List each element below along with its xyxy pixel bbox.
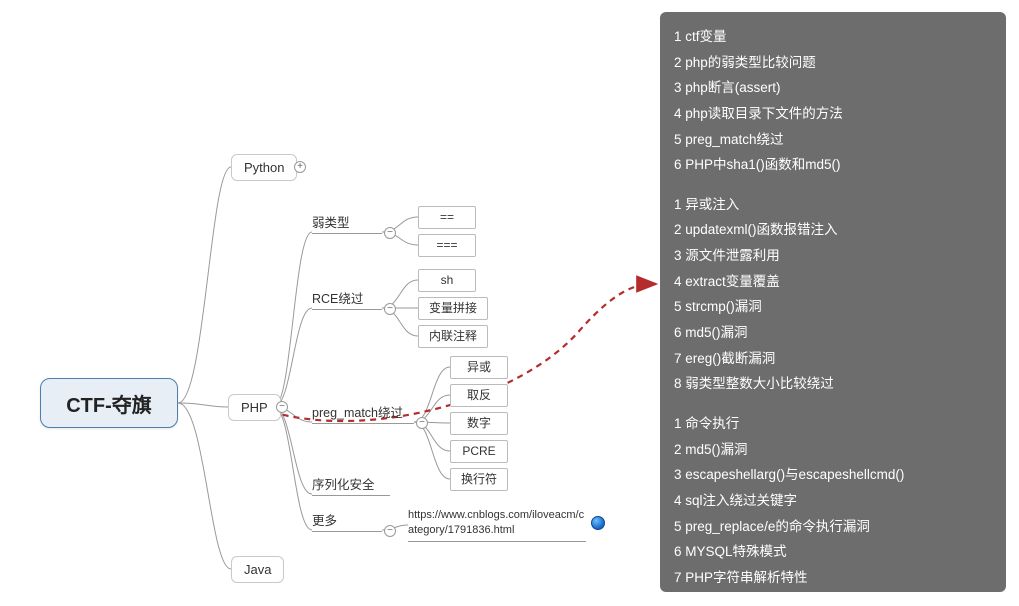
- collapse-toggle-rce[interactable]: −: [384, 303, 396, 315]
- central-topic[interactable]: CTF-夺旗: [40, 378, 178, 428]
- leaf-pcre[interactable]: PCRE: [450, 440, 508, 463]
- notes-line: 2 php的弱类型比较问题: [674, 50, 992, 76]
- notes-line: 1 命令执行: [674, 411, 992, 437]
- leaf-label: https://www.cnblogs.com/iloveacm/categor…: [408, 509, 584, 536]
- expand-toggle-python[interactable]: +: [294, 161, 306, 173]
- leaf-eq2[interactable]: ==: [418, 206, 476, 229]
- leaf-label: 异或: [467, 360, 491, 374]
- notes-line: 7 PHP字符串解析特性: [674, 565, 992, 591]
- leaf-label: 变量拼接: [429, 301, 477, 315]
- collapse-toggle-more[interactable]: −: [384, 525, 396, 537]
- notes-line: 7 ereg()截断漏洞: [674, 346, 992, 372]
- leaf-label: 数字: [467, 416, 491, 430]
- notes-group-1: 1 ctf变量 2 php的弱类型比较问题 3 php断言(assert) 4 …: [674, 24, 992, 178]
- leaf-label: 取反: [467, 388, 491, 402]
- notes-line: 6 MYSQL特殊模式: [674, 539, 992, 565]
- leaf-sh[interactable]: sh: [418, 269, 476, 292]
- leaf-inlinecomment[interactable]: 内联注释: [418, 325, 488, 348]
- leaf-label: sh: [441, 273, 454, 287]
- subtopic-serialization[interactable]: 序列化安全: [312, 474, 390, 496]
- subtopic-weak-type[interactable]: 弱类型: [312, 212, 382, 234]
- notes-line: 5 preg_match绕过: [674, 127, 992, 153]
- notes-line: 3 escapeshellarg()与escapeshellcmd(): [674, 462, 992, 488]
- leaf-newline[interactable]: 换行符: [450, 468, 508, 491]
- leaf-negate[interactable]: 取反: [450, 384, 508, 407]
- notes-panel: 1 ctf变量 2 php的弱类型比较问题 3 php断言(assert) 4 …: [660, 12, 1006, 592]
- notes-line: 4 extract变量覆盖: [674, 269, 992, 295]
- notes-line: 4 php读取目录下文件的方法: [674, 101, 992, 127]
- subtopic-label: 序列化安全: [312, 474, 375, 493]
- globe-icon: [591, 516, 605, 530]
- notes-line: 3 php断言(assert): [674, 75, 992, 101]
- notes-group-3: 1 命令执行 2 md5()漏洞 3 escapeshellarg()与esca…: [674, 411, 992, 590]
- subtopic-label: preg_match绕过: [312, 402, 403, 421]
- collapse-toggle-weak[interactable]: −: [384, 227, 396, 239]
- leaf-label: 内联注释: [429, 329, 477, 343]
- notes-group-2: 1 异或注入 2 updatexml()函数报错注入 3 源文件泄露利用 4 e…: [674, 192, 992, 397]
- notes-line: 6 md5()漏洞: [674, 320, 992, 346]
- subtopic-label: 弱类型: [312, 212, 350, 231]
- leaf-numeric[interactable]: 数字: [450, 412, 508, 435]
- subtopic-rce[interactable]: RCE绕过: [312, 288, 382, 310]
- leaf-label: PCRE: [462, 444, 495, 458]
- notes-line: 1 异或注入: [674, 192, 992, 218]
- leaf-label: ===: [436, 238, 457, 252]
- subtopic-more[interactable]: 更多: [312, 510, 382, 532]
- leaf-eq3[interactable]: ===: [418, 234, 476, 257]
- notes-line: 8 弱类型整数大小比较绕过: [674, 371, 992, 397]
- notes-line: 5 preg_replace/e的命令执行漏洞: [674, 514, 992, 540]
- leaf-more-url[interactable]: https://www.cnblogs.com/iloveacm/categor…: [408, 508, 586, 542]
- notes-line: 2 md5()漏洞: [674, 437, 992, 463]
- main-topic-php[interactable]: PHP: [228, 394, 281, 421]
- leaf-label: 换行符: [461, 472, 497, 486]
- main-topic-label: PHP: [241, 400, 268, 415]
- notes-line: 5 strcmp()漏洞: [674, 294, 992, 320]
- central-topic-label: CTF-夺旗: [66, 389, 152, 418]
- main-topic-label: Python: [244, 160, 284, 175]
- main-topic-java[interactable]: Java: [231, 556, 284, 583]
- main-topic-label: Java: [244, 562, 271, 577]
- collapse-toggle-pregmatch[interactable]: −: [416, 417, 428, 429]
- mindmap-canvas: CTF-夺旗 Python + PHP − Java 弱类型 − RCE绕过 −…: [0, 0, 1019, 606]
- leaf-label: ==: [440, 210, 454, 224]
- leaf-xor[interactable]: 异或: [450, 356, 508, 379]
- notes-line: 2 updatexml()函数报错注入: [674, 217, 992, 243]
- leaf-varconcat[interactable]: 变量拼接: [418, 297, 488, 320]
- notes-line: 1 ctf变量: [674, 24, 992, 50]
- subtopic-label: 更多: [312, 510, 337, 529]
- notes-line: 6 PHP中sha1()函数和md5(): [674, 152, 992, 178]
- notes-line: 3 源文件泄露利用: [674, 243, 992, 269]
- notes-line: 4 sql注入绕过关键字: [674, 488, 992, 514]
- subtopic-label: RCE绕过: [312, 288, 363, 307]
- collapse-toggle-php[interactable]: −: [276, 401, 288, 413]
- main-topic-python[interactable]: Python: [231, 154, 297, 181]
- subtopic-pregmatch[interactable]: preg_match绕过: [312, 402, 414, 424]
